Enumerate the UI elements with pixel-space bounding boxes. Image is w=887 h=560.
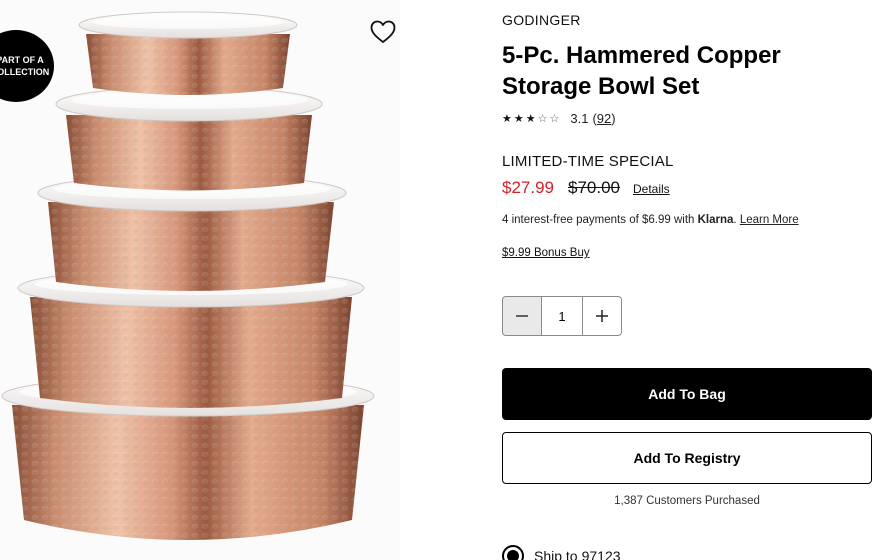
product-title: 5-Pc. Hammered Copper Storage Bowl Set <box>502 42 781 100</box>
badge-line-1: PART OF A <box>0 55 44 65</box>
plus-icon <box>596 310 608 322</box>
price-row: $27.99 $70.00 Details <box>502 178 670 198</box>
price-details-link[interactable]: Details <box>633 182 670 196</box>
rating-value: 3.1 <box>570 111 589 126</box>
heart-outline-icon <box>370 20 396 43</box>
radio-selected-icon[interactable] <box>502 545 524 560</box>
customers-purchased: 1,387 Customers Purchased <box>614 495 760 507</box>
add-to-bag-button[interactable]: Add To Bag <box>502 368 872 420</box>
increase-quantity-button[interactable] <box>582 296 622 336</box>
quantity-stepper: 1 <box>502 296 622 336</box>
badge-line-2: COLLECTION <box>0 67 50 77</box>
wishlist-button[interactable] <box>370 20 398 48</box>
klarna-brand: Klarna <box>697 214 734 226</box>
copper-bowl-set-image <box>1 11 375 540</box>
learn-more-link[interactable]: Learn More <box>740 214 799 226</box>
star-empty-icon: ☆ <box>549 113 561 125</box>
klarna-text: 4 interest-free payments of $6.99 with <box>502 214 695 226</box>
star-empty-icon: ☆ <box>537 113 549 125</box>
add-to-registry-button[interactable]: Add To Registry <box>502 432 872 484</box>
product-image[interactable]: PART OF A COLLECTION <box>0 0 400 560</box>
ship-label: Ship to <box>534 548 578 560</box>
sale-price: $27.99 <box>502 178 554 197</box>
review-count-close: ) <box>611 111 616 126</box>
klarna-installments: 4 interest-free payments of $6.99 with K… <box>502 214 799 226</box>
promo-label: LIMITED-TIME SPECIAL <box>502 153 674 170</box>
star-full-icon: ★ <box>525 113 537 125</box>
original-price: $70.00 <box>568 178 620 197</box>
rating-summary[interactable]: ★ ★ ★ ☆ ☆ 3.1 (92) <box>502 111 616 126</box>
ship-zip-link[interactable]: 97123 <box>582 548 621 560</box>
bonus-buy-link[interactable]: $9.99 Bonus Buy <box>502 247 590 259</box>
star-full-icon: ★ <box>502 113 513 125</box>
decrease-quantity-button[interactable] <box>502 296 542 336</box>
star-rating: ★ ★ ★ ☆ ☆ <box>502 112 560 125</box>
klarna-period: . <box>733 214 737 226</box>
quantity-input[interactable]: 1 <box>542 296 582 336</box>
minus-icon <box>516 315 528 317</box>
ship-option[interactable]: Ship to 97123 <box>502 545 621 560</box>
star-full-icon: ★ <box>513 113 525 125</box>
review-count-link[interactable]: 92 <box>597 111 611 126</box>
brand-link[interactable]: GODINGER <box>502 12 581 28</box>
